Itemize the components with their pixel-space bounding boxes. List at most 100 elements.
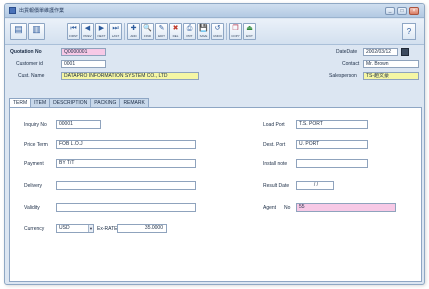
agent-label: Agent [263,205,277,211]
load-port-label: Load Port [263,122,285,128]
form-icon: ▥ [32,24,41,34]
load-port-field[interactable]: T.S. PORT [296,120,368,129]
close-button[interactable]: × [409,7,419,15]
window-title: 出貨報價單維護作業 [19,8,65,14]
price-term-label: Price Term [24,142,48,148]
list-icon: ▤ [14,24,23,34]
quotation-header: Quotation No Q0000001 Customer id 0001 C… [5,46,424,98]
last-icon: ⏭ [112,25,119,32]
copy-button[interactable]: ❐ COPY [229,23,242,40]
customer-id-label: Customer id [16,61,43,67]
search-icon: 🔍 [143,25,152,32]
print-button[interactable]: ⎙ PRT [183,23,196,40]
contact-label: Contact [342,61,360,67]
rate-label: Ex-RATE [97,226,118,232]
date-field[interactable]: 2002/03/12 [363,48,398,56]
last-caption: LAST [111,35,120,38]
window-controls: _ □ × [385,7,419,15]
last-button[interactable]: ⏭ LAST [109,23,122,40]
find-caption: FIND [144,35,151,38]
add-caption: ADD [130,35,137,38]
prev-icon: ◀ [84,25,91,32]
maximize-button[interactable]: □ [397,7,407,15]
title-bar: 出貨報價單維護作業 _ □ × [5,4,424,18]
quotation-window: 出貨報價單維護作業 _ □ × ▤ ▥ ⏮ FIRST ◀ PREV ▶ NEXT ⏭… [4,3,425,285]
help-button[interactable]: ? [402,23,416,40]
next-icon: ▶ [98,25,105,32]
currency-label: Currency [24,226,45,232]
agent-field[interactable]: 55 [296,203,396,212]
cust-name-field[interactable]: DATAPRO INFORMATION SYSTEM CO., LTD [61,72,199,80]
delivery-field[interactable] [56,181,196,190]
date-label: DateDate [336,49,358,55]
result-date-label: Result Date [263,183,290,189]
minimize-button[interactable]: _ [385,7,395,15]
add-icon: ✚ [130,25,137,32]
result-date-field[interactable]: / / [296,181,334,190]
app-icon [9,7,16,14]
undo-caption: UNDO [213,35,222,38]
quotation-no-field[interactable]: Q0000001 [61,48,106,56]
toolbar: ▤ ▥ ⏮ FIRST ◀ PREV ▶ NEXT ⏭ LAST ✚ ADD 🔍 FIND … [5,19,424,45]
help-icon: ? [406,27,412,36]
copy-icon: ❐ [232,25,239,32]
print-icon: ⎙ [186,25,193,32]
copy-caption: COPY [231,35,240,38]
first-icon: ⏮ [70,25,77,32]
customer-id-field[interactable]: 0001 [61,60,106,68]
next-button[interactable]: ▶ NEXT [95,23,108,40]
toolbar-separator [124,23,125,40]
salesperson-field[interactable]: TS-趙文豪 [363,72,419,80]
agent-no-label: No [284,205,291,211]
delivery-label: Delivery [24,183,43,189]
toolbar-nav-group: ⏮ FIRST ◀ PREV ▶ NEXT ⏭ LAST ✚ ADD 🔍 FIND ✎ EDI… [67,23,256,40]
exit-caption: EXIT [246,35,253,38]
next-caption: NEXT [97,35,106,38]
currency-select[interactable]: USD ▼ [56,224,94,233]
prev-button[interactable]: ◀ PREV [81,23,94,40]
delete-button[interactable]: ✖ DEL [169,23,182,40]
find-button[interactable]: 🔍 FIND [141,23,154,40]
validity-label: Validity [24,205,40,211]
contact-field[interactable]: Mr. Brown [363,60,419,68]
chevron-down-icon[interactable]: ▼ [88,225,93,232]
prev-caption: PREV [83,35,92,38]
edit-button[interactable]: ✎ EDIT [155,23,168,40]
exit-icon: ⏏ [246,25,253,32]
toolbar-separator [226,23,227,40]
first-button[interactable]: ⏮ FIRST [67,23,80,40]
quotation-no-label: Quotation No [10,49,42,55]
install-note-label: Install note [263,161,288,167]
save-caption: SAVE [199,35,208,38]
dest-port-field[interactable]: U. PORT [296,140,368,149]
form-view-button[interactable]: ▥ [28,23,45,40]
delete-icon: ✖ [172,25,179,32]
print-caption: PRT [186,35,193,38]
calendar-icon[interactable] [401,48,409,56]
dest-port-label: Dest. Port [263,142,286,148]
install-note-field[interactable] [296,159,368,168]
list-view-button[interactable]: ▤ [10,23,27,40]
exit-button[interactable]: ⏏ EXIT [243,23,256,40]
currency-value: USD [59,225,70,231]
payment-field[interactable]: BY T/T [56,159,196,168]
price-term-field[interactable]: FOB L.O.J [56,140,196,149]
undo-button[interactable]: ↺ UNDO [211,23,224,40]
cust-name-label: Cust. Name [18,73,45,79]
first-caption: FIRST [69,35,78,38]
validity-field[interactable] [56,203,196,212]
add-button[interactable]: ✚ ADD [127,23,140,40]
rate-field[interactable]: 35.0000 [117,224,167,233]
edit-caption: EDIT [158,35,165,38]
edit-icon: ✎ [158,25,165,32]
term-panel: Inquiry No 00001 Price Term FOB L.O.J Pa… [9,107,422,282]
inquiry-no-field[interactable]: 00001 [56,120,101,129]
save-icon: 💾 [199,25,208,32]
inquiry-no-label: Inquiry No [24,122,47,128]
payment-label: Payment [24,161,44,167]
save-button[interactable]: 💾 SAVE [197,23,210,40]
salesperson-label: Salesperson [329,73,357,79]
toolbar-view-group: ▤ ▥ [10,23,45,40]
undo-icon: ↺ [214,25,221,32]
delete-caption: DEL [172,35,179,38]
